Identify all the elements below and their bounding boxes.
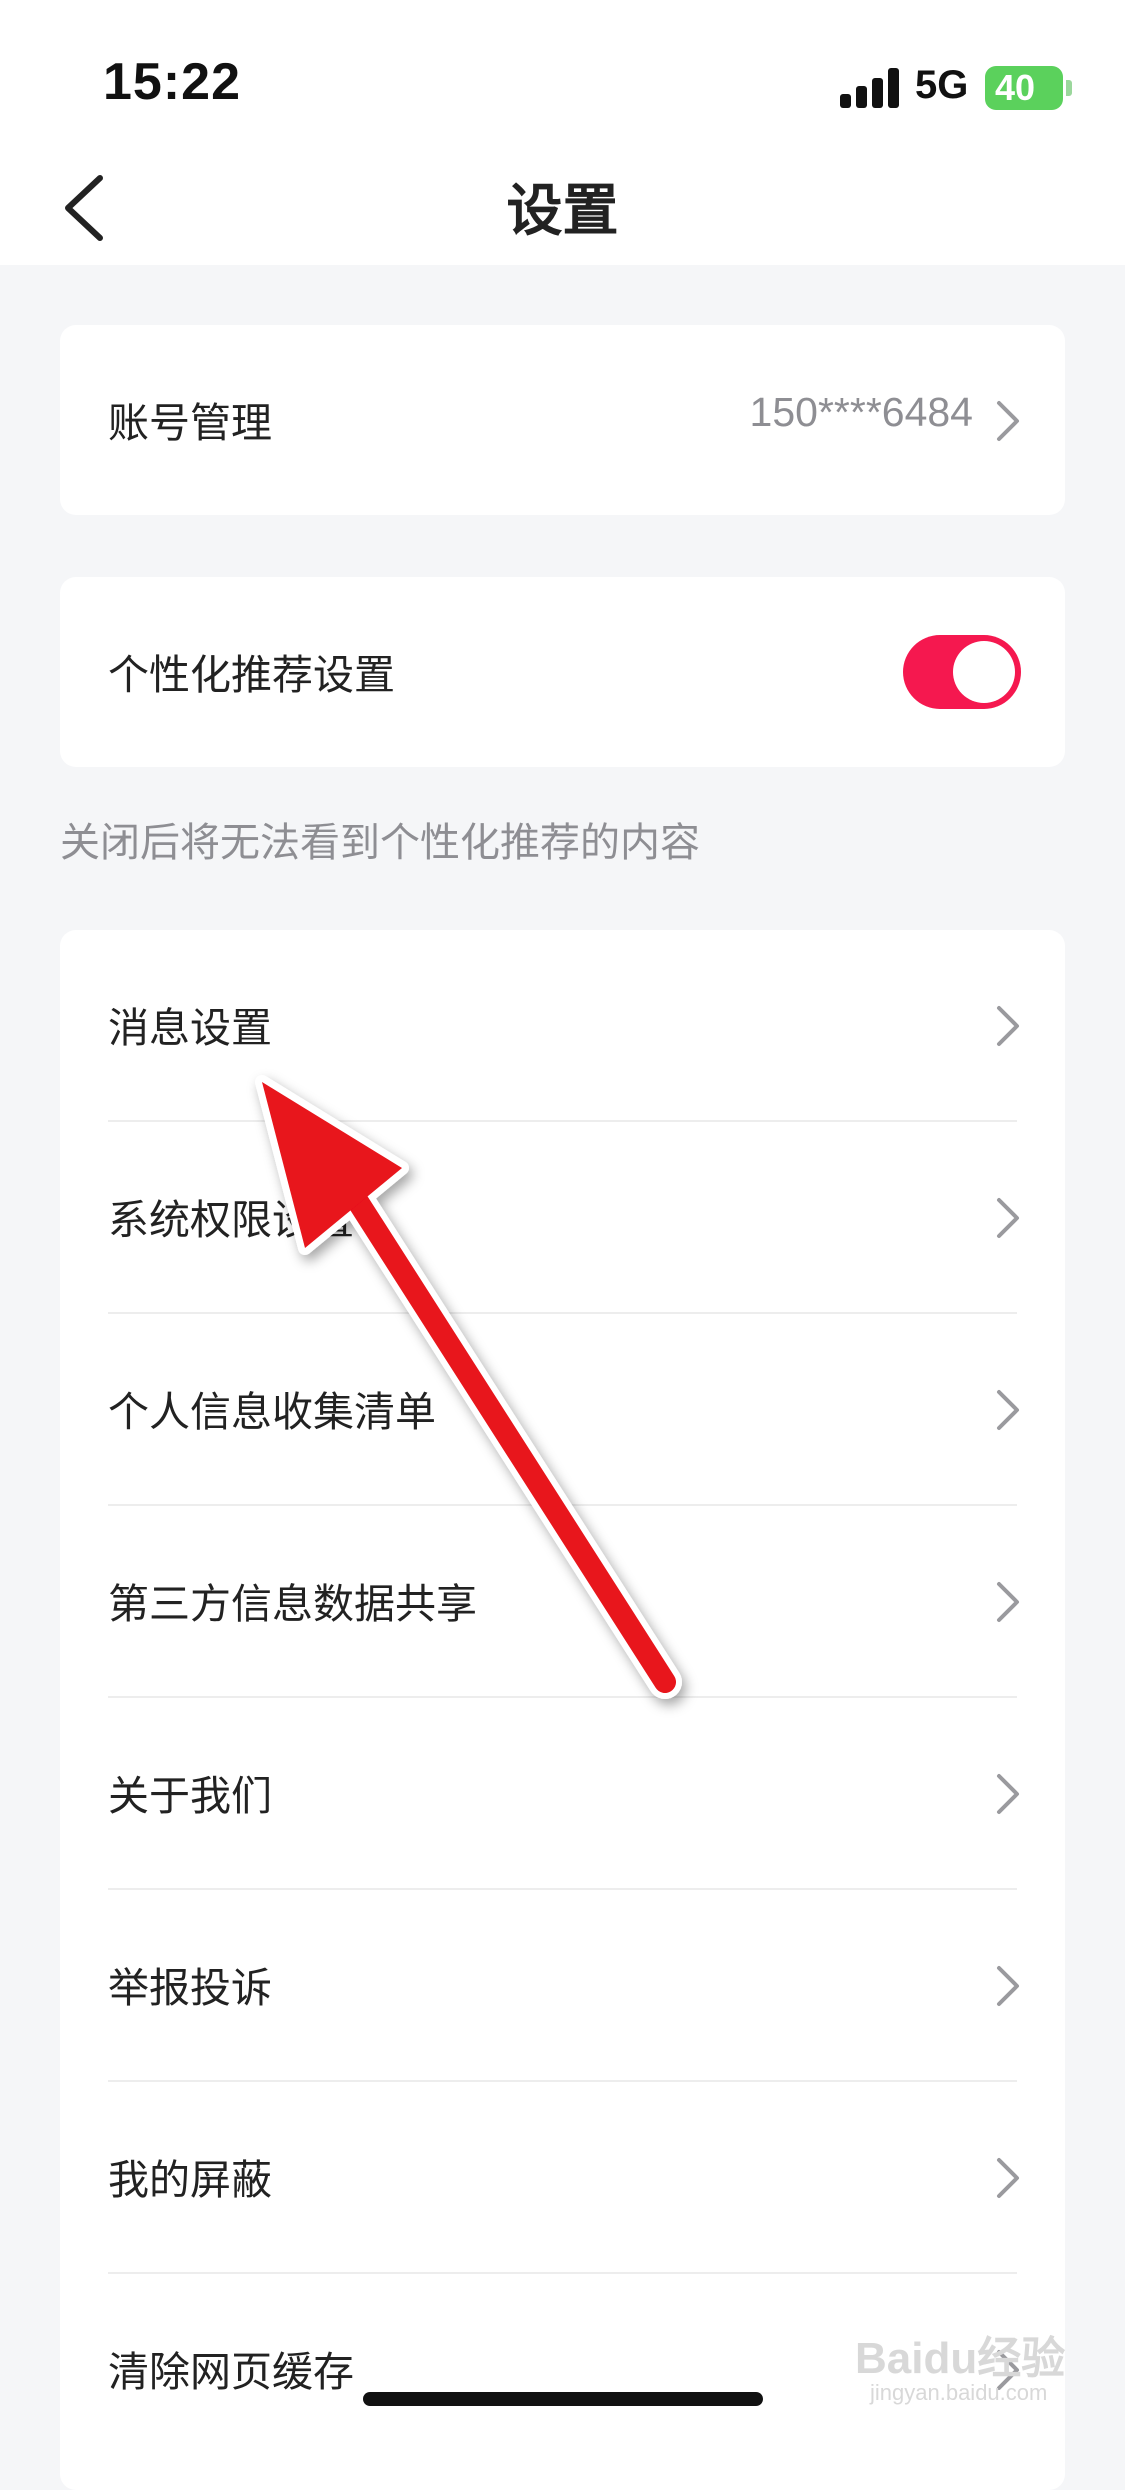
chevron-right-icon (997, 1582, 1019, 1622)
chevron-right-icon (997, 1390, 1019, 1430)
status-bar: 15:22 5G 40 (0, 0, 1125, 150)
signal-icon (840, 68, 900, 108)
account-label: 账号管理 (108, 399, 272, 447)
menu-item-label: 消息设置 (108, 1004, 272, 1052)
menu-item-personal-info-list[interactable]: 个人信息收集清单 (60, 1314, 1065, 1506)
menu-item-label: 第三方信息数据共享 (108, 1580, 477, 1628)
battery-tip (1066, 80, 1072, 96)
home-indicator[interactable] (363, 2392, 763, 2406)
menu-item-report[interactable]: 举报投诉 (60, 1890, 1065, 2082)
menu-item-label: 举报投诉 (108, 1964, 272, 2012)
menu-item-third-party-sharing[interactable]: 第三方信息数据共享 (60, 1506, 1065, 1698)
chevron-right-icon (997, 1966, 1019, 2006)
battery-icon: 40 (985, 66, 1063, 110)
personalization-toggle[interactable] (903, 635, 1021, 709)
toggle-knob (953, 641, 1015, 703)
menu-item-system-permissions[interactable]: 系统权限设置 (60, 1122, 1065, 1314)
menu-card: 消息设置 系统权限设置 个人信息收集清单 第三方信息数据共享 关于我们 举报投诉… (60, 930, 1065, 2490)
page-title: 设置 (506, 179, 619, 244)
watermark: Baidu经验 (855, 2334, 1066, 2383)
status-time: 15:22 (103, 53, 241, 111)
chevron-right-icon (997, 401, 1019, 441)
account-phone: 150****6484 (749, 389, 973, 435)
menu-item-my-blocked[interactable]: 我的屏蔽 (60, 2082, 1065, 2274)
menu-item-label: 关于我们 (108, 1772, 272, 1820)
network-type: 5G (915, 63, 969, 107)
menu-item-about-us[interactable]: 关于我们 (60, 1698, 1065, 1890)
nav-bar: 设置 (0, 150, 1125, 265)
account-management-row[interactable]: 账号管理 150****6484 (60, 325, 1065, 515)
chevron-right-icon (997, 1006, 1019, 1046)
watermark-url: jingyan.baidu.com (870, 2380, 1048, 2405)
menu-item-label: 个人信息收集清单 (108, 1388, 436, 1436)
chevron-right-icon (997, 1774, 1019, 1814)
battery-level: 40 (995, 67, 1036, 108)
personalization-label: 个性化推荐设置 (108, 651, 395, 699)
personalization-hint: 关闭后将无法看到个性化推荐的内容 (60, 820, 700, 866)
menu-item-label: 我的屏蔽 (108, 2156, 272, 2204)
menu-item-label: 系统权限设置 (108, 1196, 354, 1244)
chevron-right-icon (997, 2158, 1019, 2198)
menu-item-message-settings[interactable]: 消息设置 (60, 930, 1065, 1122)
account-card: 账号管理 150****6484 (60, 325, 1065, 515)
personalization-card: 个性化推荐设置 (60, 577, 1065, 767)
chevron-right-icon (997, 1198, 1019, 1238)
menu-item-label: 清除网页缓存 (108, 2348, 354, 2396)
personalization-row: 个性化推荐设置 (60, 577, 1065, 767)
